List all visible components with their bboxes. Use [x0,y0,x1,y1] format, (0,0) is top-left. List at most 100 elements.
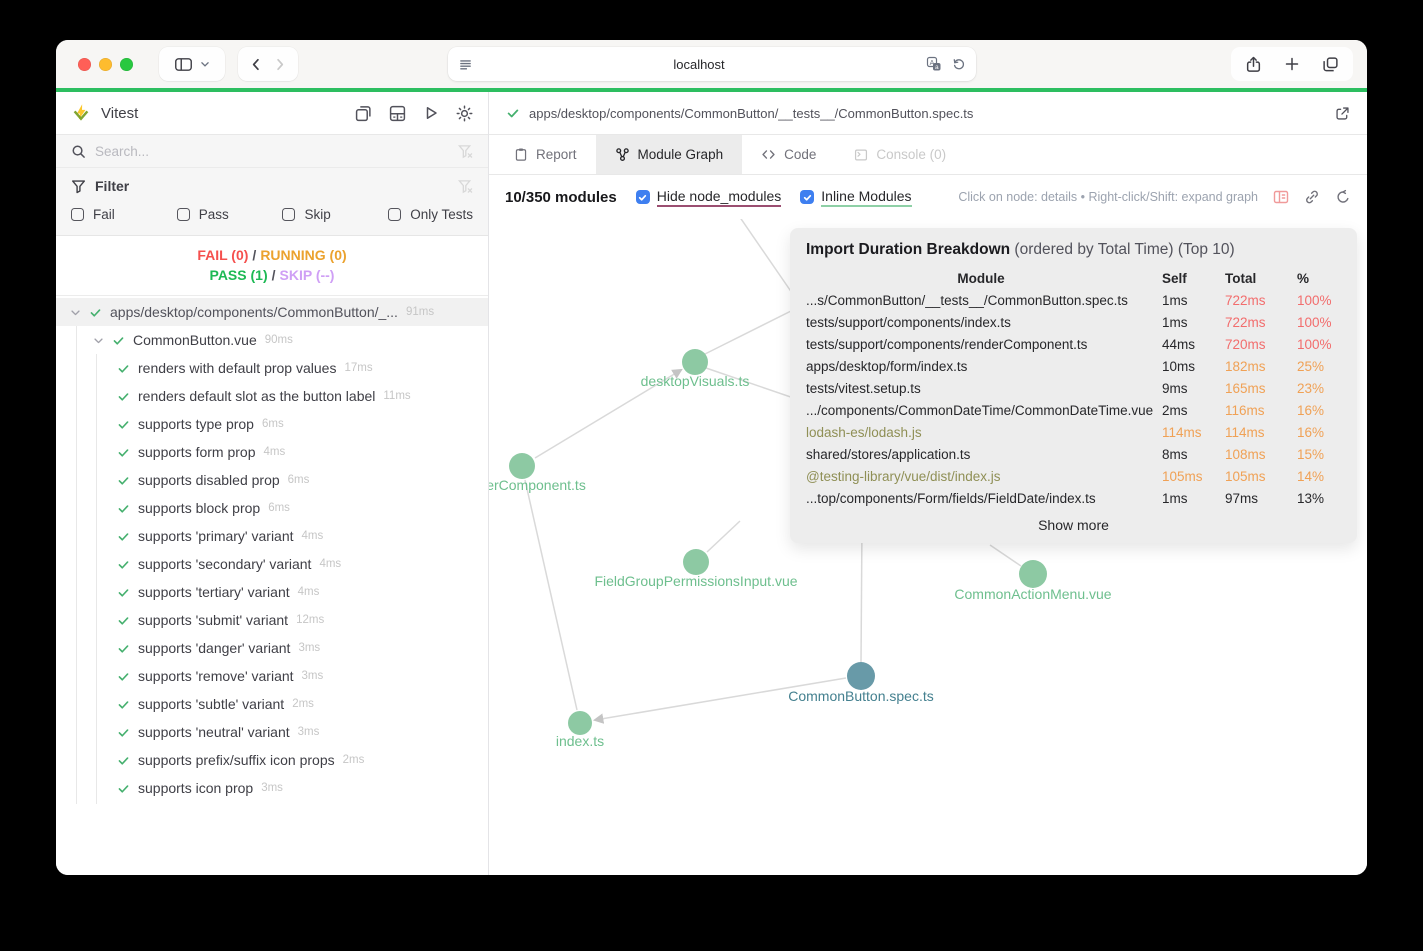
check-icon [506,106,520,120]
breakdown-row[interactable]: tests/support/components/index.ts 1ms 722m… [806,312,1341,334]
graph-node-label[interactable]: CommonActionMenu.vue [954,586,1111,602]
theme-toggle-icon[interactable] [456,105,473,122]
clear-search-icon[interactable] [458,144,473,159]
breakdown-table-icon[interactable] [1273,189,1289,205]
open-external-icon[interactable] [1335,106,1350,121]
module-path: apps/desktop/form/index.ts [806,359,968,374]
filter-checkbox-pass[interactable]: Pass [176,207,283,222]
tab-code[interactable]: Code [742,135,835,174]
address-bar[interactable]: localhost Aa [447,47,976,81]
test-row[interactable]: supports block prop 6ms [56,494,488,522]
test-name: supports block prop [138,500,261,516]
hide-node-modules-toggle[interactable]: Hide node_modules [635,188,782,207]
filter-checkbox-fail[interactable]: Fail [71,207,177,222]
checkbox-icon[interactable] [176,208,190,221]
test-row[interactable]: supports 'remove' variant 3ms [56,662,488,690]
tab-overview-icon[interactable] [1322,56,1339,73]
tab-report[interactable]: Report [495,135,596,174]
checked-checkbox-icon[interactable] [635,190,650,204]
checkbox-icon[interactable] [71,208,84,221]
fail-count: FAIL (0) [197,247,249,263]
test-row[interactable]: supports 'tertiary' variant 4ms [56,578,488,606]
checkbox-icon[interactable] [282,208,296,221]
col-module: Module [957,271,1005,286]
graph-node-label[interactable]: desktopVisuals.ts [641,373,750,389]
search-input[interactable] [95,143,449,159]
reader-icon[interactable] [458,57,473,72]
test-row[interactable]: supports type prop 6ms [56,410,488,438]
filter-checkbox-skip[interactable]: Skip [282,207,388,222]
breakdown-row[interactable]: lodash-es/lodash.js 114ms 114ms 16% [806,422,1341,444]
breakdown-row[interactable]: ...s/CommonButton/__tests__/CommonButton… [806,290,1341,312]
test-row[interactable]: renders with default prop values 17ms [56,354,488,382]
inline-modules-toggle[interactable]: Inline Modules [800,188,912,207]
self-time: 2ms [1162,403,1188,418]
graph-node-commonactionmenu-vue[interactable] [1019,560,1047,588]
test-duration: 11ms [383,390,411,402]
graph-node-commonbutton-spec-ts[interactable] [847,662,875,690]
test-row[interactable]: supports icon prop 3ms [56,774,488,802]
module-path: tests/vitest.setup.ts [806,381,921,396]
graph-node-index-ts[interactable] [568,711,592,735]
graph-node-label[interactable]: CommonButton.spec.ts [788,688,934,704]
test-row[interactable]: supports 'primary' variant 4ms [56,522,488,550]
graph-node-label[interactable]: renderComponent.ts [489,477,586,493]
test-row[interactable]: supports prefix/suffix icon props 2ms [56,746,488,774]
show-more-button[interactable]: Show more [806,517,1341,533]
check-icon [117,474,130,487]
minimize-window-button[interactable] [99,57,112,71]
graph-edge [989,544,1022,567]
share-icon[interactable] [1245,56,1262,73]
url-text[interactable]: localhost [473,57,926,72]
dashboard-icon[interactable] [389,105,406,122]
test-suite-row[interactable]: CommonButton.vue 90ms [56,326,488,354]
graph-node-label[interactable]: index.ts [556,733,604,749]
breakdown-row[interactable]: shared/stores/application.ts 8ms 108ms 15% [806,444,1341,466]
test-row[interactable]: supports 'danger' variant 3ms [56,634,488,662]
tab-module-graph[interactable]: Module Graph [595,135,743,174]
breakdown-row[interactable]: apps/desktop/form/index.ts 10ms 182ms 25% [806,356,1341,378]
report-overlay-icon[interactable] [355,105,372,122]
test-row[interactable]: supports 'secondary' variant 4ms [56,550,488,578]
test-duration: 2ms [342,754,365,766]
close-window-button[interactable] [78,57,91,71]
breakdown-row[interactable]: tests/vitest.setup.ts 9ms 165ms 23% [806,378,1341,400]
forward-icon[interactable] [272,57,287,72]
clear-filter-icon[interactable] [458,179,473,194]
chevron-down-icon[interactable] [70,307,81,318]
translate-icon[interactable]: Aa [926,56,942,72]
tab-console-0[interactable]: Console (0) [835,135,965,174]
test-row[interactable]: supports 'neutral' variant 3ms [56,718,488,746]
new-tab-icon[interactable] [1284,56,1300,72]
sidebar-toggle-icon[interactable] [174,56,193,73]
graph-node-fieldgrouppermissionsinput-vue[interactable] [683,549,709,575]
test-file-root-row[interactable]: apps/desktop/components/CommonButton/_..… [56,298,488,326]
breakdown-row[interactable]: tests/support/components/renderComponent… [806,334,1341,356]
back-icon[interactable] [249,57,264,72]
test-row[interactable]: supports 'submit' variant 12ms [56,606,488,634]
filter-checkbox-only-tests[interactable]: Only Tests [388,207,473,222]
reload-icon[interactable] [952,57,966,71]
graph-node-label[interactable]: FieldGroupPermissionsInput.vue [594,573,797,589]
link-icon[interactable] [1304,189,1320,205]
module-graph-area[interactable]: desktopVisuals.ts renderComponent.ts Field… [489,219,1367,875]
running-count: RUNNING (0) [260,247,347,263]
chevron-down-icon[interactable] [93,335,104,346]
run-all-icon[interactable] [423,105,439,121]
test-row[interactable]: supports 'subtle' variant 2ms [56,690,488,718]
graph-icon [615,147,630,162]
chevron-down-icon[interactable] [200,59,210,69]
checkbox-icon[interactable] [388,208,402,221]
graph-node-rendercomponent-ts[interactable] [509,453,535,479]
breakdown-row[interactable]: @testing-library/vue/dist/index.js 105ms 1… [806,466,1341,488]
breakdown-row[interactable]: ...top/components/Form/fields/FieldDate/… [806,488,1341,510]
test-duration: 12ms [296,614,325,626]
graph-node-desktopvisuals-ts[interactable] [682,349,708,375]
test-row[interactable]: supports form prop 4ms [56,438,488,466]
test-row[interactable]: supports disabled prop 6ms [56,466,488,494]
breakdown-row[interactable]: .../components/CommonDateTime/CommonDate… [806,400,1341,422]
zoom-window-button[interactable] [120,57,133,71]
reset-graph-icon[interactable] [1335,189,1351,205]
checked-checkbox-icon[interactable] [800,190,815,204]
test-row[interactable]: renders default slot as the button label… [56,382,488,410]
